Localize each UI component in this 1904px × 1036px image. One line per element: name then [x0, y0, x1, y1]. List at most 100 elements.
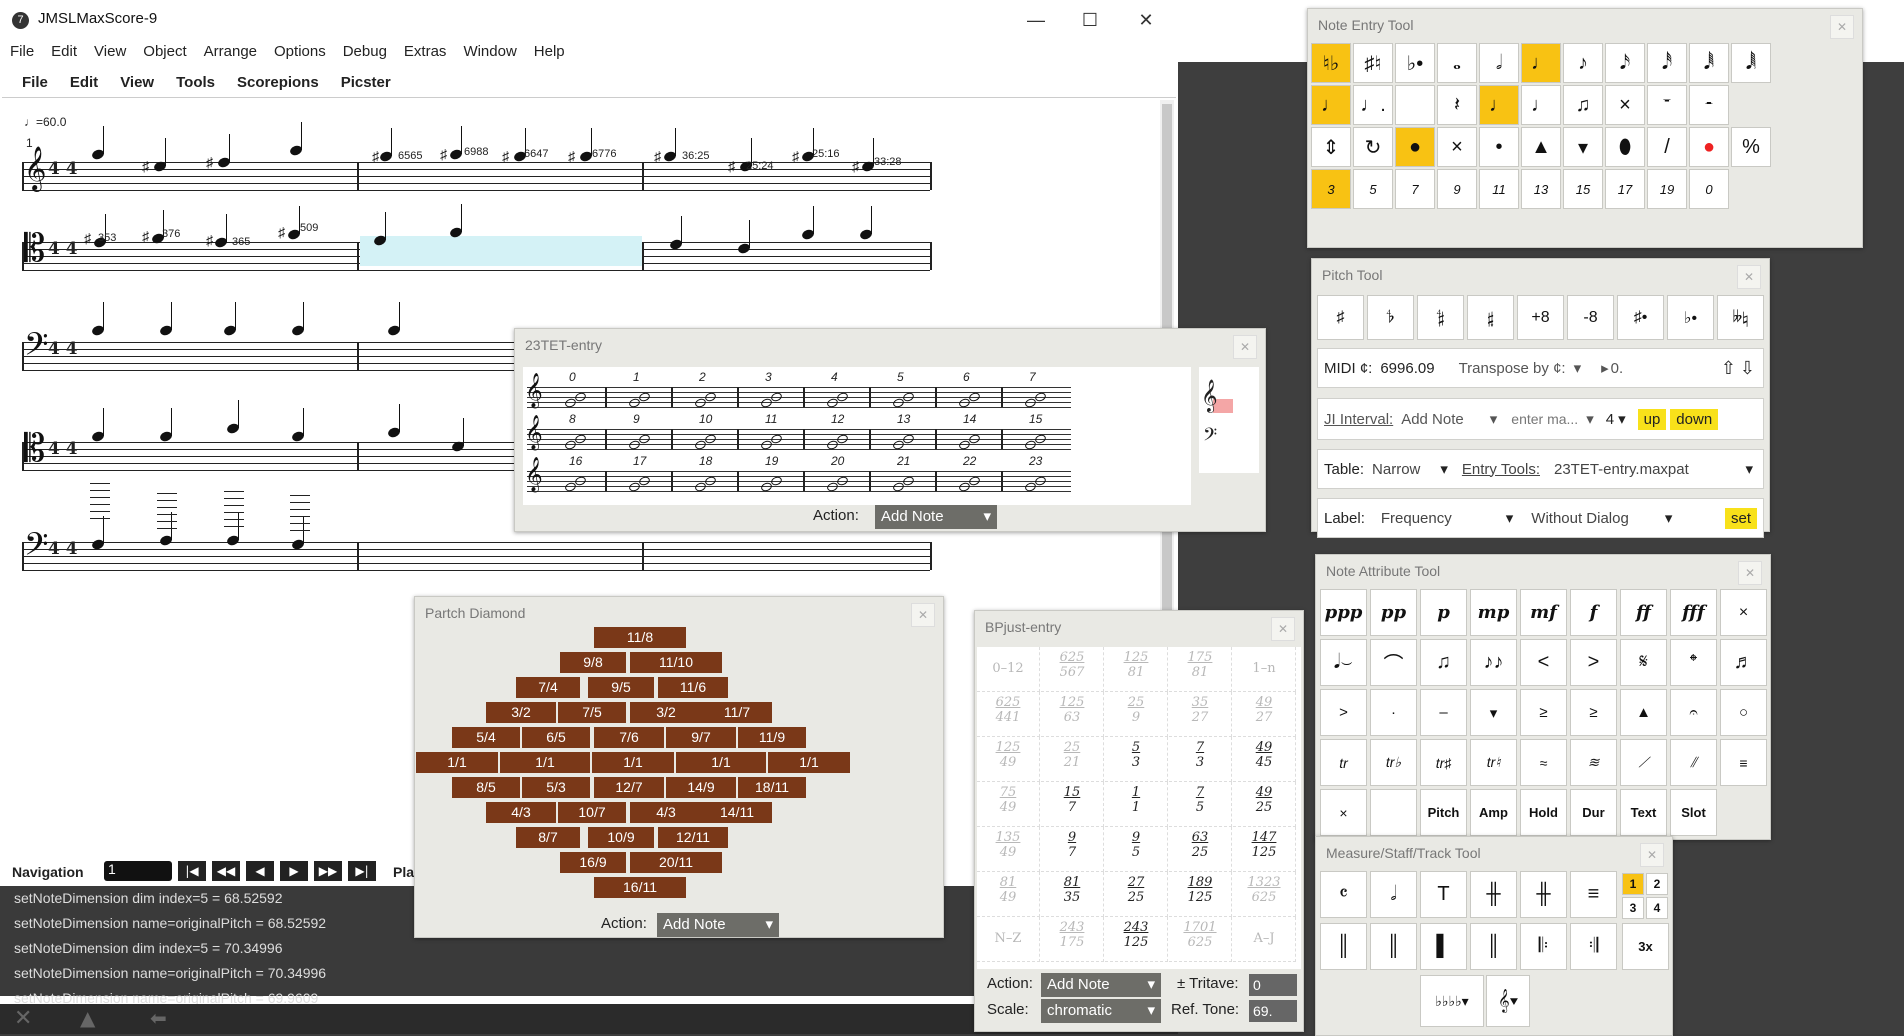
toolbar-tools[interactable]: Tools [176, 74, 215, 91]
single-stroke-icon[interactable]: ⟋ [1620, 739, 1667, 786]
dotted-note-icon[interactable]: ♩. [1353, 85, 1393, 125]
tritave-input[interactable]: 0 [1249, 974, 1297, 996]
trill-natural-icon[interactable]: tr♮ [1470, 739, 1517, 786]
sharp-natural-icon[interactable]: ♯♮ [1353, 43, 1393, 83]
ratio-cell[interactable]: 1/1 [676, 752, 766, 773]
tuplet-0-button[interactable]: 0 [1689, 169, 1729, 209]
text-button[interactable]: Text [1620, 789, 1667, 836]
up-button[interactable]: up [1637, 408, 1667, 430]
octave-up-icon[interactable]: +8 [1517, 295, 1564, 340]
ratio-cell[interactable]: 175 81 [1169, 647, 1232, 692]
ratio-cell[interactable]: 9/8 [560, 652, 626, 673]
first-measure-icon[interactable]: |◀ [178, 861, 206, 881]
ratio-cell[interactable]: 75 49 [977, 782, 1040, 827]
beam-icon[interactable]: ♫ [1420, 639, 1467, 686]
sixteenth-note-icon[interactable]: 𝅘𝅥𝅯 [1605, 43, 1645, 83]
dynamic-ppp-button[interactable]: ppp [1320, 589, 1367, 636]
whole-rest-icon[interactable]: 𝄻 [1647, 85, 1687, 125]
vertical-arrows-icon[interactable]: ⇕ [1311, 127, 1351, 167]
ratio-cell[interactable]: 15 7 [1041, 782, 1104, 827]
toolbar-scorepions[interactable]: Scorepions [237, 74, 319, 91]
clear-attribute-icon[interactable]: × [1320, 789, 1367, 836]
number-3-button[interactable]: 3 [1622, 897, 1644, 919]
ratio-cell[interactable]: 35 27 [1169, 692, 1232, 737]
blank-button[interactable] [1370, 789, 1417, 836]
crescendo-icon[interactable]: < [1520, 639, 1567, 686]
trill-icon[interactable]: tr [1320, 739, 1367, 786]
close-icon[interactable]: ✕ [1271, 617, 1295, 641]
slot-button[interactable]: Slot [1670, 789, 1717, 836]
toolbar-edit[interactable]: Edit [70, 74, 98, 91]
clef-select-icon[interactable]: 𝄞▾ [1486, 975, 1530, 1027]
ratio-cell[interactable]: 49 45 [1233, 737, 1296, 782]
ratio-cell[interactable]: 11/6 [658, 677, 728, 698]
ratio-cell[interactable]: 95 [1105, 827, 1168, 872]
ratio-cell[interactable]: 3/2 [630, 702, 702, 723]
quarter-note-ghost-icon[interactable]: ♩ [1521, 85, 1561, 125]
thirty-second-note-icon[interactable]: 𝅘𝅥𝅰 [1647, 43, 1687, 83]
dynamic-mf-button[interactable]: mf [1520, 589, 1567, 636]
previous-icon[interactable]: ◀ [246, 861, 274, 881]
warning-icon[interactable]: ▲ [80, 1006, 95, 1030]
tuplet-11-button[interactable]: 11 [1479, 169, 1519, 209]
quarter-note-icon[interactable]: ♩ [1521, 43, 1561, 83]
ratio-cell[interactable]: 125 81 [1105, 647, 1168, 692]
ratio-cell[interactable]: 11 [1105, 782, 1168, 827]
ratio-cell[interactable]: 9/5 [588, 677, 654, 698]
tuplet-19-button[interactable]: 19 [1647, 169, 1687, 209]
number-2-button[interactable]: 2 [1646, 873, 1668, 895]
ratio-cell[interactable]: 25 21 [1041, 737, 1104, 782]
rewind-icon[interactable]: ◀◀ [212, 861, 240, 881]
close-icon[interactable]: ✕ [1830, 15, 1854, 39]
close-icon[interactable]: ✕ [1640, 843, 1664, 867]
octave-up-icon[interactable]: 𝄋 [1620, 639, 1667, 686]
whole-note-icon[interactable]: 𝅝 [1437, 43, 1477, 83]
octave-down-icon[interactable]: 𝄌 [1670, 639, 1717, 686]
decrescendo-icon[interactable]: > [1570, 639, 1617, 686]
tuplet-5-button[interactable]: 5 [1353, 169, 1393, 209]
ratio-cell[interactable]: 7/5 [558, 702, 626, 723]
repeat-start-icon[interactable]: 𝄆 [1520, 923, 1567, 970]
mordent-icon[interactable]: ≈ [1520, 739, 1567, 786]
chevron-down-icon[interactable]: ▾ [1506, 509, 1514, 527]
notehead-icon[interactable]: ● [1395, 127, 1435, 167]
close-icon[interactable]: ✕ [1738, 561, 1762, 585]
transpose-value[interactable]: 0. [1611, 360, 1624, 377]
ratio-cell[interactable]: 75 [1169, 782, 1232, 827]
play-icon[interactable]: ▶ [280, 861, 308, 881]
blank-icon[interactable] [1395, 85, 1435, 125]
dynamic-pp-button[interactable]: pp [1370, 589, 1417, 636]
ratio-cell[interactable]: 63 25 [1169, 827, 1232, 872]
ratio-cell[interactable]: 4/3 [486, 802, 556, 823]
marcato-icon[interactable]: ▾ [1470, 689, 1517, 736]
eighth-note-icon[interactable]: ♪ [1563, 43, 1603, 83]
dot-icon[interactable]: • [1479, 127, 1519, 167]
ratio-cell[interactable]: 1/1 [500, 752, 590, 773]
double-stroke-icon[interactable]: ⫽ [1670, 739, 1717, 786]
text-icon[interactable]: T [1420, 871, 1467, 918]
ratio-cell[interactable]: 81 35 [1041, 872, 1104, 917]
toolbar-picster[interactable]: Picster [341, 74, 391, 91]
entry-tools-select[interactable]: 23TET-entry.maxpat [1554, 461, 1689, 478]
entry-tools-label[interactable]: Entry Tools: [1462, 461, 1540, 478]
repeat-end-icon[interactable]: 𝄇 [1570, 923, 1617, 970]
maximize-button[interactable]: ☐ [1062, 4, 1118, 36]
ratio-cell[interactable]: 20/11 [630, 852, 722, 873]
dynamic-fff-button[interactable]: fff [1670, 589, 1717, 636]
natural-flat-icon[interactable]: ♮♭ [1311, 43, 1351, 83]
ratio-cell[interactable]: 1/1 [592, 752, 674, 773]
accent-icon[interactable]: > [1320, 689, 1367, 736]
ratio-cell[interactable]: 12/7 [594, 777, 664, 798]
toolbar-file[interactable]: File [22, 74, 48, 91]
close-icon[interactable]: ✕ [1737, 265, 1761, 289]
quarter-sharp-icon[interactable]: 𝄲 [1417, 295, 1464, 340]
table-select[interactable]: Narrow [1372, 461, 1420, 478]
ratio-cell[interactable]: 625 567 [1041, 647, 1104, 692]
final-barline-icon[interactable]: ▌ [1420, 923, 1467, 970]
ratio-cell[interactable]: 11/10 [630, 652, 722, 673]
percent-icon[interactable]: % [1731, 127, 1771, 167]
ratio-cell[interactable]: 1/1 [768, 752, 850, 773]
chevron-down-icon[interactable]: ▾ [1440, 460, 1448, 478]
ratio-cell[interactable]: 27 25 [1105, 872, 1168, 917]
arrow-up-icon[interactable]: ⇧ [1721, 358, 1736, 379]
